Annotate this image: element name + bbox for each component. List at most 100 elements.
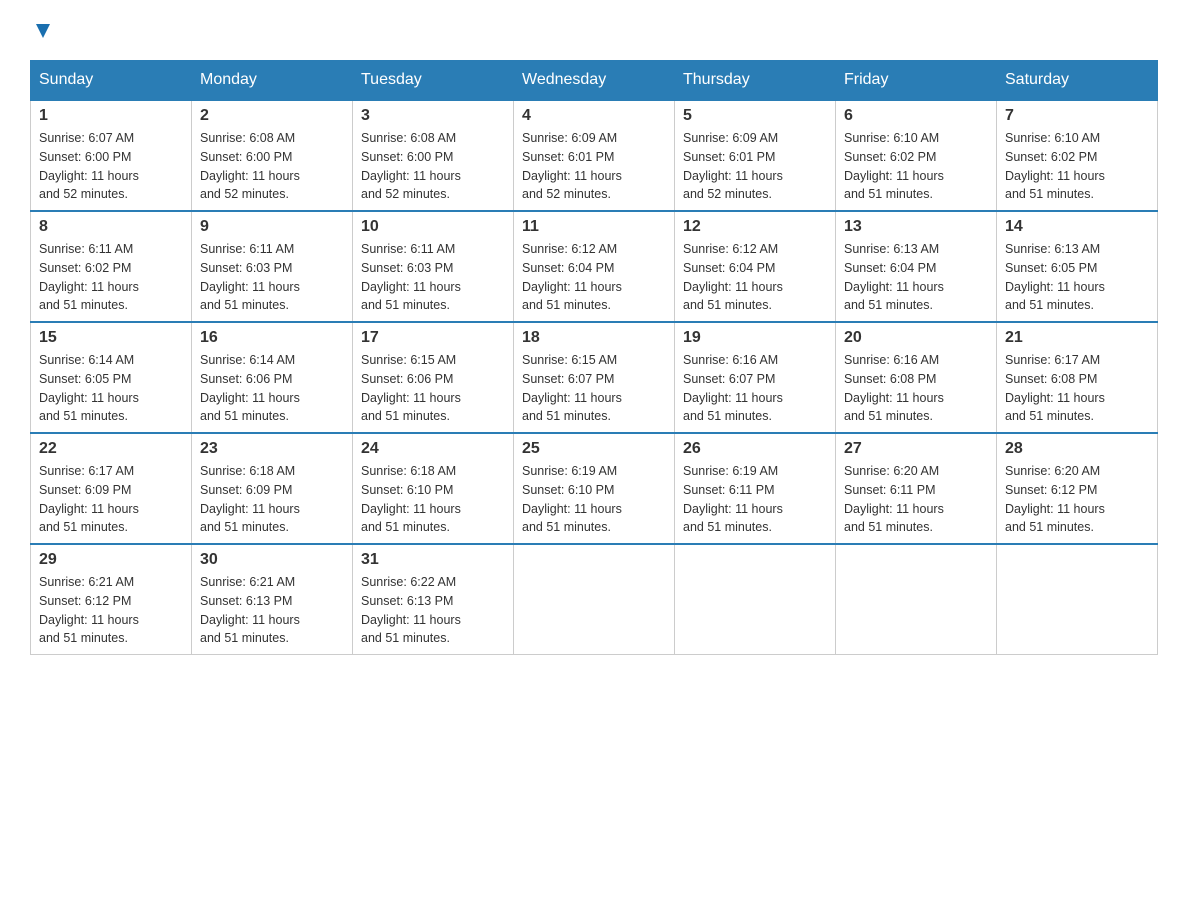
day-info: Sunrise: 6:19 AMSunset: 6:10 PMDaylight:… xyxy=(522,462,666,537)
day-number: 17 xyxy=(361,329,505,347)
calendar-cell: 11 Sunrise: 6:12 AMSunset: 6:04 PMDaylig… xyxy=(514,211,675,322)
day-info: Sunrise: 6:16 AMSunset: 6:08 PMDaylight:… xyxy=(844,351,988,426)
calendar-week-row: 22 Sunrise: 6:17 AMSunset: 6:09 PMDaylig… xyxy=(31,433,1158,544)
day-info: Sunrise: 6:20 AMSunset: 6:11 PMDaylight:… xyxy=(844,462,988,537)
calendar-cell: 14 Sunrise: 6:13 AMSunset: 6:05 PMDaylig… xyxy=(997,211,1158,322)
day-info: Sunrise: 6:11 AMSunset: 6:03 PMDaylight:… xyxy=(200,240,344,315)
calendar-cell: 29 Sunrise: 6:21 AMSunset: 6:12 PMDaylig… xyxy=(31,544,192,655)
day-info: Sunrise: 6:08 AMSunset: 6:00 PMDaylight:… xyxy=(200,129,344,204)
calendar-week-row: 29 Sunrise: 6:21 AMSunset: 6:12 PMDaylig… xyxy=(31,544,1158,655)
calendar-cell: 30 Sunrise: 6:21 AMSunset: 6:13 PMDaylig… xyxy=(192,544,353,655)
day-info: Sunrise: 6:21 AMSunset: 6:12 PMDaylight:… xyxy=(39,573,183,648)
header-monday: Monday xyxy=(192,61,353,101)
calendar-cell xyxy=(997,544,1158,655)
calendar-cell: 17 Sunrise: 6:15 AMSunset: 6:06 PMDaylig… xyxy=(353,322,514,433)
calendar-cell: 3 Sunrise: 6:08 AMSunset: 6:00 PMDayligh… xyxy=(353,100,514,211)
day-info: Sunrise: 6:20 AMSunset: 6:12 PMDaylight:… xyxy=(1005,462,1149,537)
day-info: Sunrise: 6:12 AMSunset: 6:04 PMDaylight:… xyxy=(683,240,827,315)
day-info: Sunrise: 6:18 AMSunset: 6:10 PMDaylight:… xyxy=(361,462,505,537)
day-info: Sunrise: 6:22 AMSunset: 6:13 PMDaylight:… xyxy=(361,573,505,648)
calendar-cell: 6 Sunrise: 6:10 AMSunset: 6:02 PMDayligh… xyxy=(836,100,997,211)
calendar-cell: 7 Sunrise: 6:10 AMSunset: 6:02 PMDayligh… xyxy=(997,100,1158,211)
calendar-cell: 10 Sunrise: 6:11 AMSunset: 6:03 PMDaylig… xyxy=(353,211,514,322)
day-number: 15 xyxy=(39,329,183,347)
calendar-cell xyxy=(514,544,675,655)
day-info: Sunrise: 6:16 AMSunset: 6:07 PMDaylight:… xyxy=(683,351,827,426)
day-number: 23 xyxy=(200,440,344,458)
calendar-cell: 2 Sunrise: 6:08 AMSunset: 6:00 PMDayligh… xyxy=(192,100,353,211)
day-number: 12 xyxy=(683,218,827,236)
day-info: Sunrise: 6:10 AMSunset: 6:02 PMDaylight:… xyxy=(1005,129,1149,204)
calendar-cell: 15 Sunrise: 6:14 AMSunset: 6:05 PMDaylig… xyxy=(31,322,192,433)
day-number: 14 xyxy=(1005,218,1149,236)
day-info: Sunrise: 6:09 AMSunset: 6:01 PMDaylight:… xyxy=(683,129,827,204)
calendar-cell: 16 Sunrise: 6:14 AMSunset: 6:06 PMDaylig… xyxy=(192,322,353,433)
day-number: 24 xyxy=(361,440,505,458)
day-info: Sunrise: 6:21 AMSunset: 6:13 PMDaylight:… xyxy=(200,573,344,648)
day-number: 20 xyxy=(844,329,988,347)
calendar-cell: 9 Sunrise: 6:11 AMSunset: 6:03 PMDayligh… xyxy=(192,211,353,322)
day-number: 13 xyxy=(844,218,988,236)
day-number: 2 xyxy=(200,107,344,125)
day-number: 31 xyxy=(361,551,505,569)
day-number: 4 xyxy=(522,107,666,125)
calendar-cell: 31 Sunrise: 6:22 AMSunset: 6:13 PMDaylig… xyxy=(353,544,514,655)
day-number: 21 xyxy=(1005,329,1149,347)
day-number: 28 xyxy=(1005,440,1149,458)
day-number: 19 xyxy=(683,329,827,347)
day-info: Sunrise: 6:15 AMSunset: 6:07 PMDaylight:… xyxy=(522,351,666,426)
calendar-header-row: SundayMondayTuesdayWednesdayThursdayFrid… xyxy=(31,61,1158,101)
day-number: 5 xyxy=(683,107,827,125)
day-info: Sunrise: 6:11 AMSunset: 6:03 PMDaylight:… xyxy=(361,240,505,315)
day-info: Sunrise: 6:14 AMSunset: 6:05 PMDaylight:… xyxy=(39,351,183,426)
day-info: Sunrise: 6:13 AMSunset: 6:05 PMDaylight:… xyxy=(1005,240,1149,315)
logo-triangle-icon xyxy=(32,20,54,42)
day-number: 22 xyxy=(39,440,183,458)
logo xyxy=(30,20,54,44)
calendar-cell: 19 Sunrise: 6:16 AMSunset: 6:07 PMDaylig… xyxy=(675,322,836,433)
header xyxy=(30,20,1158,44)
day-info: Sunrise: 6:14 AMSunset: 6:06 PMDaylight:… xyxy=(200,351,344,426)
day-number: 9 xyxy=(200,218,344,236)
calendar-cell: 28 Sunrise: 6:20 AMSunset: 6:12 PMDaylig… xyxy=(997,433,1158,544)
calendar-cell: 27 Sunrise: 6:20 AMSunset: 6:11 PMDaylig… xyxy=(836,433,997,544)
day-info: Sunrise: 6:13 AMSunset: 6:04 PMDaylight:… xyxy=(844,240,988,315)
calendar-table: SundayMondayTuesdayWednesdayThursdayFrid… xyxy=(30,60,1158,655)
calendar-cell: 21 Sunrise: 6:17 AMSunset: 6:08 PMDaylig… xyxy=(997,322,1158,433)
day-info: Sunrise: 6:15 AMSunset: 6:06 PMDaylight:… xyxy=(361,351,505,426)
header-tuesday: Tuesday xyxy=(353,61,514,101)
calendar-cell: 26 Sunrise: 6:19 AMSunset: 6:11 PMDaylig… xyxy=(675,433,836,544)
day-info: Sunrise: 6:11 AMSunset: 6:02 PMDaylight:… xyxy=(39,240,183,315)
day-number: 6 xyxy=(844,107,988,125)
day-number: 26 xyxy=(683,440,827,458)
day-info: Sunrise: 6:07 AMSunset: 6:00 PMDaylight:… xyxy=(39,129,183,204)
day-number: 1 xyxy=(39,107,183,125)
day-number: 29 xyxy=(39,551,183,569)
calendar-cell: 22 Sunrise: 6:17 AMSunset: 6:09 PMDaylig… xyxy=(31,433,192,544)
calendar-cell: 25 Sunrise: 6:19 AMSunset: 6:10 PMDaylig… xyxy=(514,433,675,544)
day-number: 18 xyxy=(522,329,666,347)
header-thursday: Thursday xyxy=(675,61,836,101)
day-info: Sunrise: 6:18 AMSunset: 6:09 PMDaylight:… xyxy=(200,462,344,537)
day-number: 3 xyxy=(361,107,505,125)
header-friday: Friday xyxy=(836,61,997,101)
header-wednesday: Wednesday xyxy=(514,61,675,101)
day-number: 27 xyxy=(844,440,988,458)
calendar-cell: 13 Sunrise: 6:13 AMSunset: 6:04 PMDaylig… xyxy=(836,211,997,322)
calendar-cell xyxy=(675,544,836,655)
day-number: 11 xyxy=(522,218,666,236)
calendar-week-row: 8 Sunrise: 6:11 AMSunset: 6:02 PMDayligh… xyxy=(31,211,1158,322)
day-info: Sunrise: 6:08 AMSunset: 6:00 PMDaylight:… xyxy=(361,129,505,204)
day-info: Sunrise: 6:09 AMSunset: 6:01 PMDaylight:… xyxy=(522,129,666,204)
calendar-cell: 23 Sunrise: 6:18 AMSunset: 6:09 PMDaylig… xyxy=(192,433,353,544)
calendar-cell xyxy=(836,544,997,655)
day-info: Sunrise: 6:12 AMSunset: 6:04 PMDaylight:… xyxy=(522,240,666,315)
calendar-cell: 5 Sunrise: 6:09 AMSunset: 6:01 PMDayligh… xyxy=(675,100,836,211)
calendar-cell: 8 Sunrise: 6:11 AMSunset: 6:02 PMDayligh… xyxy=(31,211,192,322)
day-number: 16 xyxy=(200,329,344,347)
header-sunday: Sunday xyxy=(31,61,192,101)
calendar-cell: 18 Sunrise: 6:15 AMSunset: 6:07 PMDaylig… xyxy=(514,322,675,433)
day-info: Sunrise: 6:19 AMSunset: 6:11 PMDaylight:… xyxy=(683,462,827,537)
day-number: 25 xyxy=(522,440,666,458)
calendar-cell: 24 Sunrise: 6:18 AMSunset: 6:10 PMDaylig… xyxy=(353,433,514,544)
